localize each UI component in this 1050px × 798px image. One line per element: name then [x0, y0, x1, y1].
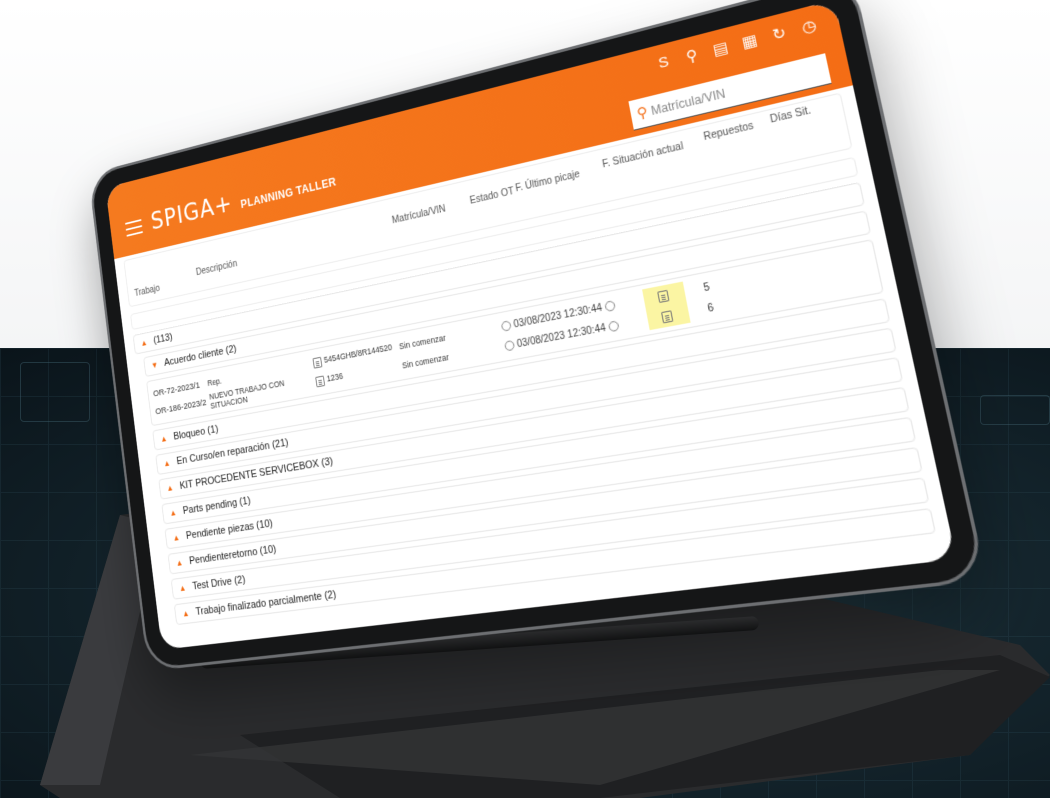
tablet-device: SPIGA+ PLANNING TALLER S ⚲ ▤ ▦ ↻ ◷ ⚲ Tra…	[61, 0, 1042, 693]
clock-icon[interactable]: ◷	[797, 15, 820, 38]
clock-icon	[504, 339, 516, 352]
refresh-icon[interactable]: ↻	[768, 22, 791, 45]
group-label: Test Drive (2)	[191, 574, 246, 593]
plate-text: 1236	[326, 371, 344, 384]
collapse-icon: ▲	[162, 458, 171, 469]
col-last-clock[interactable]: F. Último picaje	[515, 169, 581, 194]
collapse-icon: ▲	[172, 532, 181, 543]
list-icon[interactable]: ▤	[709, 37, 731, 59]
group-label: (113)	[152, 331, 174, 347]
cell-days: 6	[706, 301, 715, 315]
collapse-icon: ▲	[166, 482, 175, 494]
search-icon: ⚲	[635, 103, 649, 122]
col-days[interactable]: Días Sit.	[769, 105, 812, 126]
document-icon[interactable]	[312, 356, 323, 369]
app-title: PLANNING TALLER	[239, 175, 338, 211]
collapse-icon: ▲	[169, 507, 178, 518]
clock-icon	[500, 320, 512, 332]
col-parts[interactable]: Repuestos	[703, 121, 755, 144]
calendar-icon[interactable]: ▦	[738, 30, 761, 53]
brand-logo: SPIGA+	[149, 189, 235, 236]
spiga-icon[interactable]: S	[653, 52, 674, 74]
group-label: Bloqueo (1)	[172, 423, 219, 443]
col-current-status-date[interactable]: F. Situación actual	[602, 141, 685, 170]
col-description[interactable]: Descripción	[195, 259, 237, 278]
search-icon[interactable]: ⚲	[681, 45, 703, 67]
collapse-icon: ▲	[178, 582, 187, 594]
group-label: Pendiente piezas (10)	[185, 517, 274, 542]
app-screen: SPIGA+ PLANNING TALLER S ⚲ ▤ ▦ ↻ ◷ ⚲ Tra…	[105, 0, 957, 650]
collapse-icon: ▲	[140, 337, 148, 348]
col-plate[interactable]: Matrícula/VIN	[391, 204, 446, 226]
collapse-icon: ▲	[175, 557, 184, 568]
cell-days: 5	[702, 281, 711, 294]
document-icon[interactable]	[315, 375, 326, 388]
hamburger-menu-icon[interactable]	[124, 219, 144, 237]
col-job[interactable]: Trabajo	[134, 284, 160, 299]
expand-icon: ▼	[150, 360, 159, 371]
collapse-icon: ▲	[181, 608, 190, 619]
clock-icon[interactable]	[603, 300, 616, 312]
collapse-icon: ▲	[159, 433, 168, 444]
document-icon[interactable]	[660, 309, 673, 324]
group-label: Parts pending (1)	[182, 495, 252, 517]
clock-icon[interactable]	[607, 320, 620, 333]
background-panel	[20, 362, 90, 422]
document-icon[interactable]	[656, 289, 669, 303]
tablet-bezel: SPIGA+ PLANNING TALLER S ⚲ ▤ ▦ ↻ ◷ ⚲ Tra…	[88, 0, 988, 672]
col-state[interactable]: Estado OT	[469, 186, 515, 206]
group-label: Pendienteretorno (10)	[188, 543, 277, 567]
